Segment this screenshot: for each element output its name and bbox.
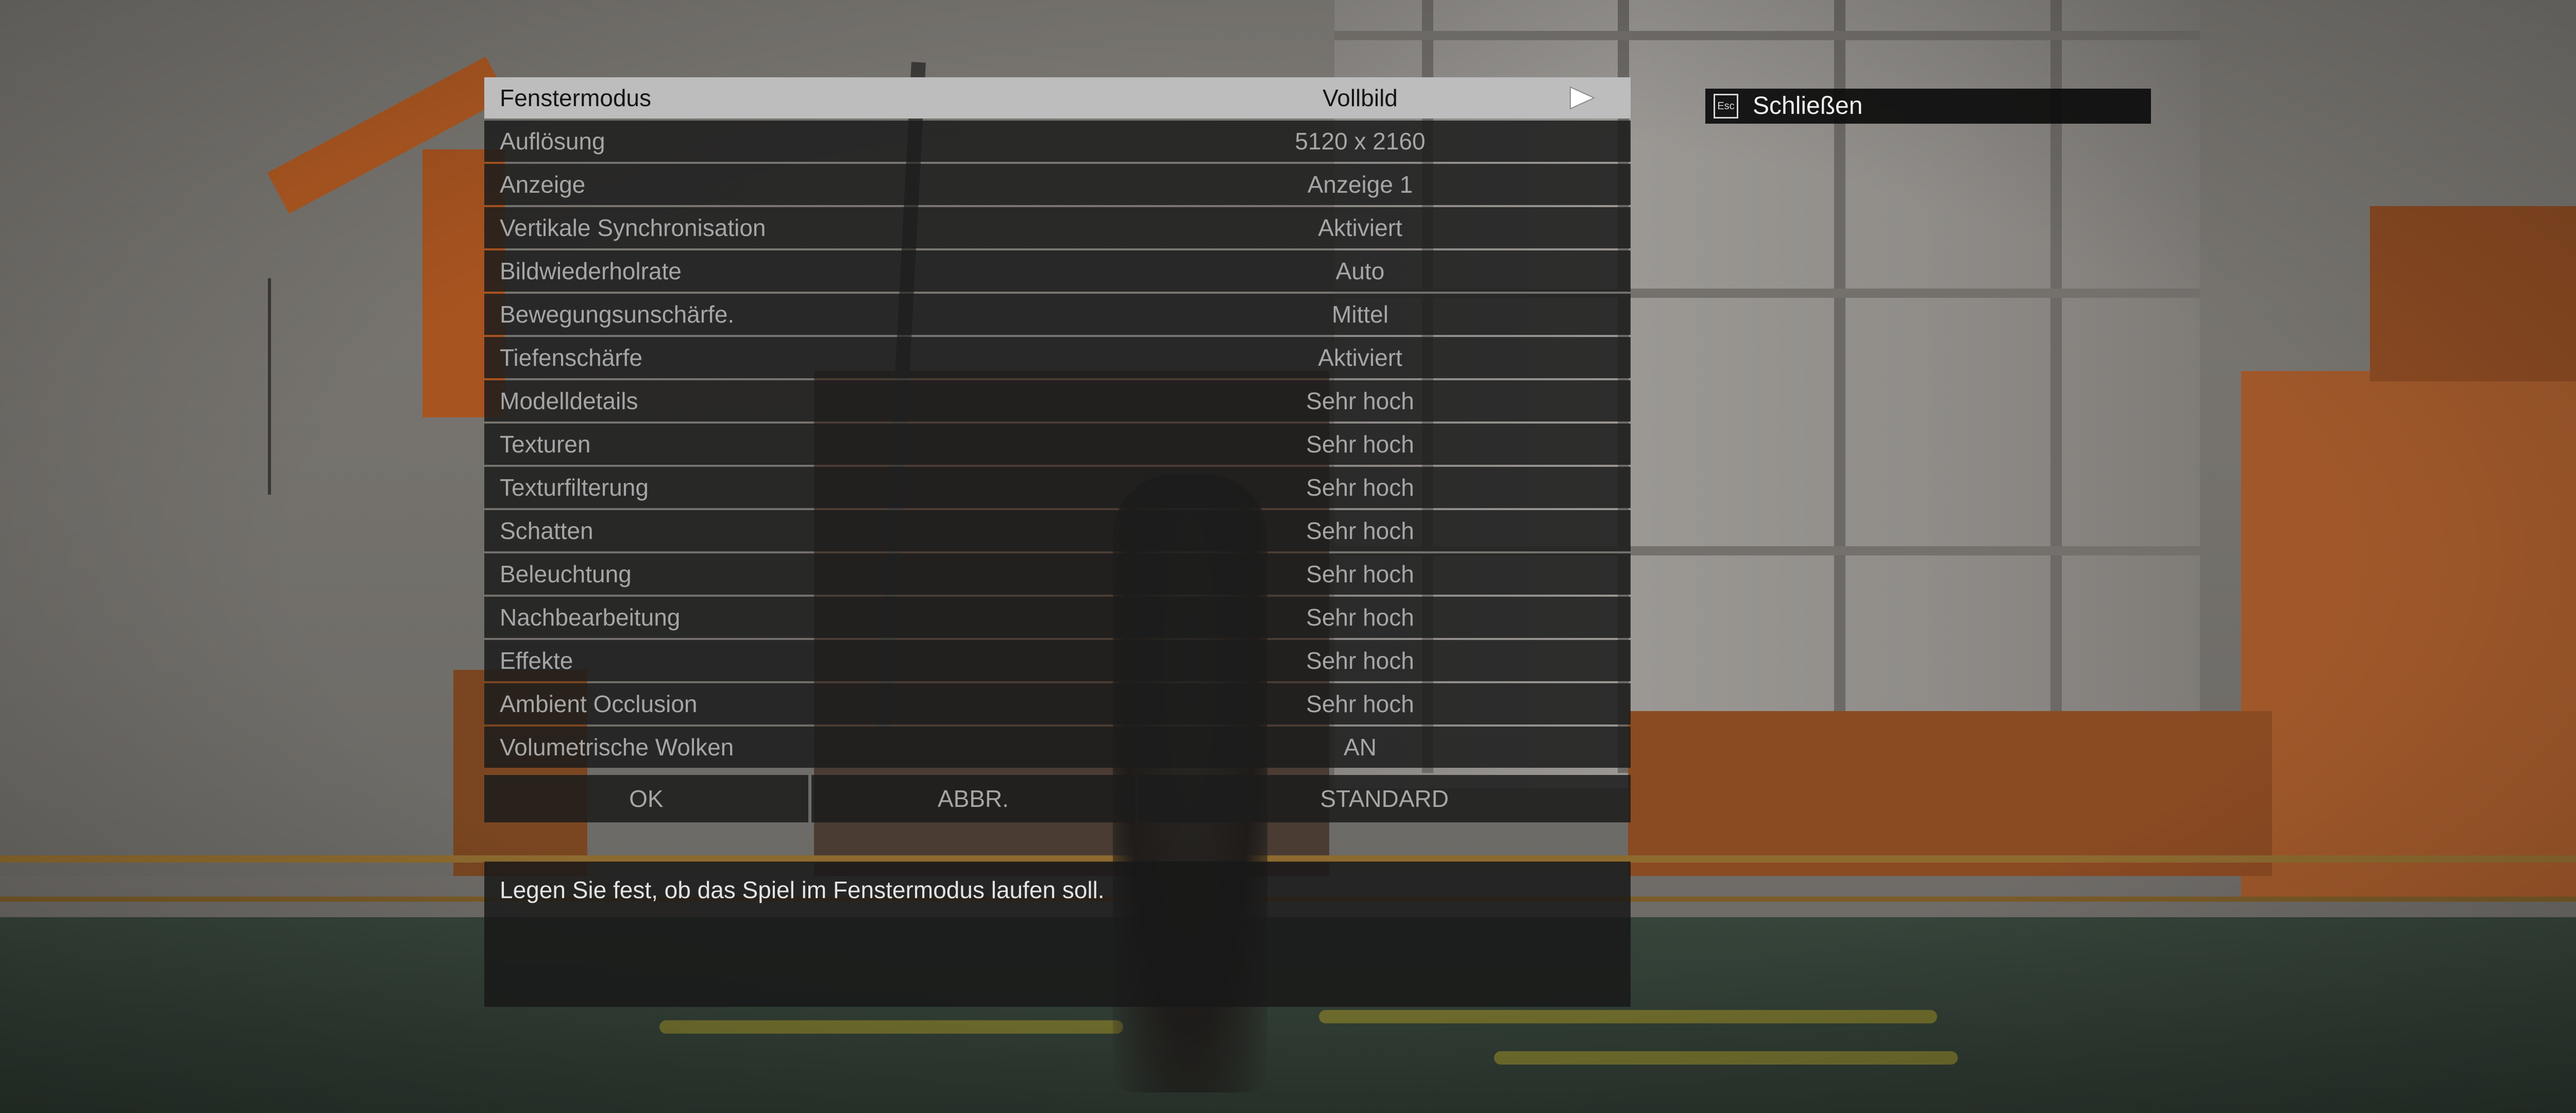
setting-row[interactable]: Bewegungsunschärfe. Mittel [484, 294, 1631, 335]
setting-label: Texturfilterung [500, 474, 649, 501]
close-label: Schließen [1753, 92, 1863, 120]
setting-row[interactable]: Vertikale Synchronisation Aktiviert [484, 207, 1631, 248]
setting-value[interactable]: Aktiviert [1231, 207, 1489, 248]
setting-row[interactable]: Tiefenschärfe Aktiviert [484, 337, 1631, 378]
setting-value[interactable]: Sehr hoch [1231, 683, 1489, 724]
setting-row[interactable]: Anzeige Anzeige 1 [484, 164, 1631, 205]
setting-label: Bewegungsunschärfe. [500, 301, 735, 328]
setting-row[interactable]: Fenstermodus Vollbild [484, 77, 1631, 119]
setting-label: Effekte [500, 647, 573, 674]
setting-label: Nachbearbeitung [500, 604, 681, 631]
setting-value[interactable]: Sehr hoch [1231, 467, 1489, 508]
setting-row[interactable]: Volumetrische Wolken AN [484, 727, 1631, 768]
action-buttons: OK ABBR. STANDARD [484, 775, 1631, 822]
setting-value[interactable]: Sehr hoch [1231, 424, 1489, 465]
cancel-button[interactable]: ABBR. [811, 775, 1136, 822]
description-box: Legen Sie fest, ob das Spiel im Fensterm… [484, 862, 1631, 1007]
next-option-arrow-icon[interactable] [1566, 85, 1597, 111]
setting-label: Schatten [500, 517, 594, 544]
setting-row[interactable]: Nachbearbeitung Sehr hoch [484, 597, 1631, 638]
setting-label: Fenstermodus [500, 85, 652, 111]
setting-label: Auflösung [500, 128, 605, 155]
setting-row[interactable]: Modelldetails Sehr hoch [484, 380, 1631, 421]
esc-key-icon: Esc [1714, 94, 1738, 119]
setting-label: Texturen [500, 431, 591, 458]
setting-value[interactable]: Sehr hoch [1231, 510, 1489, 551]
setting-value[interactable]: AN [1231, 727, 1489, 768]
setting-row[interactable]: Schatten Sehr hoch [484, 510, 1631, 551]
setting-row[interactable]: Ambient Occlusion Sehr hoch [484, 683, 1631, 724]
setting-label: Ambient Occlusion [500, 690, 698, 717]
setting-value[interactable]: Aktiviert [1231, 337, 1489, 378]
close-hint[interactable]: Esc Schließen [1705, 89, 2151, 124]
graphics-settings-list: Fenstermodus Vollbild Auflösung 5120 x 2160… [484, 77, 1631, 770]
setting-label: Vertikale Synchronisation [500, 214, 766, 241]
ok-button[interactable]: OK [484, 775, 808, 822]
setting-value[interactable]: Sehr hoch [1231, 380, 1489, 421]
setting-row[interactable]: Texturfilterung Sehr hoch [484, 467, 1631, 508]
setting-value[interactable]: Mittel [1231, 294, 1489, 335]
setting-row[interactable]: Auflösung 5120 x 2160 [484, 121, 1631, 162]
setting-value[interactable]: Anzeige 1 [1231, 164, 1489, 205]
setting-value[interactable]: Sehr hoch [1231, 553, 1489, 595]
default-button[interactable]: STANDARD [1138, 775, 1631, 822]
setting-label: Bildwiederholrate [500, 258, 682, 284]
setting-value[interactable]: Sehr hoch [1231, 640, 1489, 681]
setting-value[interactable]: 5120 x 2160 [1231, 121, 1489, 162]
setting-label: Beleuchtung [500, 561, 632, 587]
setting-row[interactable]: Texturen Sehr hoch [484, 424, 1631, 465]
setting-row[interactable]: Bildwiederholrate Auto [484, 250, 1631, 292]
setting-row[interactable]: Effekte Sehr hoch [484, 640, 1631, 681]
setting-value[interactable]: Vollbild [1231, 77, 1489, 119]
setting-row[interactable]: Beleuchtung Sehr hoch [484, 553, 1631, 595]
setting-value[interactable]: Sehr hoch [1231, 597, 1489, 638]
setting-value[interactable]: Auto [1231, 250, 1489, 292]
setting-label: Volumetrische Wolken [500, 734, 734, 761]
setting-label: Anzeige [500, 171, 586, 198]
setting-label: Tiefenschärfe [500, 344, 642, 371]
description-text: Legen Sie fest, ob das Spiel im Fensterm… [500, 876, 1105, 903]
setting-label: Modelldetails [500, 387, 638, 414]
